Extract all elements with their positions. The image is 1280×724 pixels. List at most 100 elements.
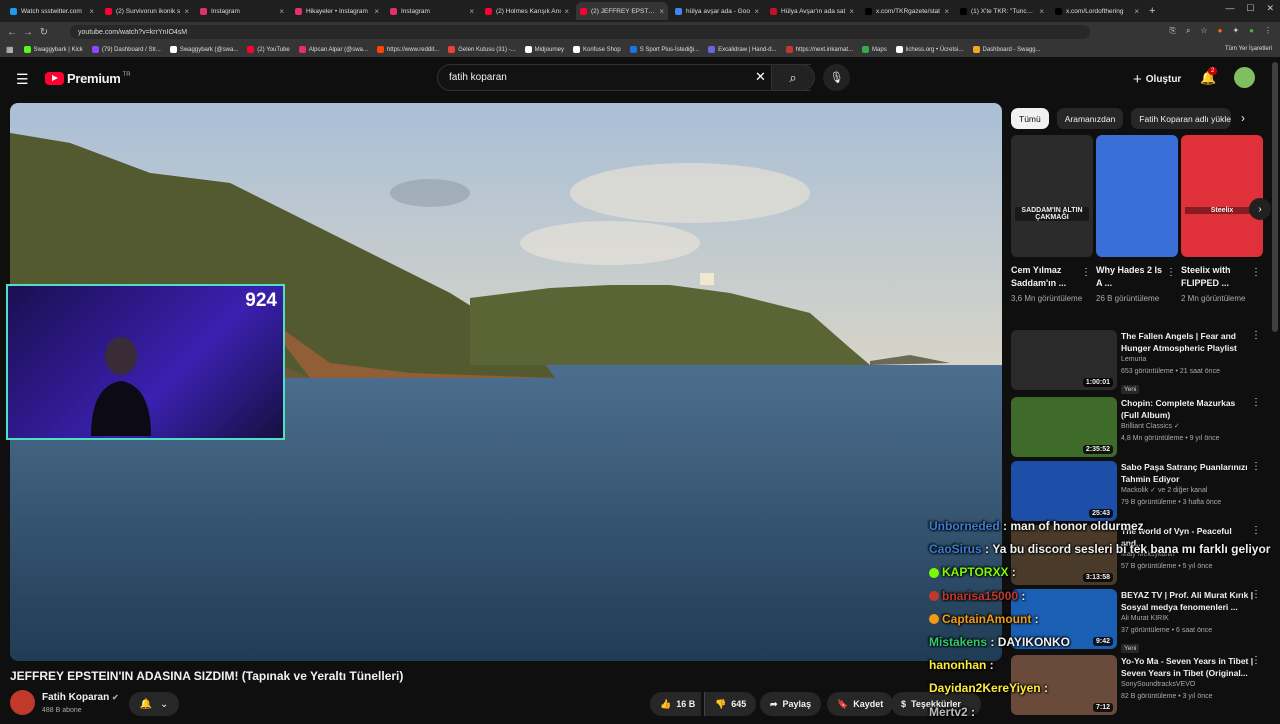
browser-tab[interactable]: Instagram × bbox=[196, 2, 288, 20]
bookmark-item[interactable]: https://next.inkarnat... bbox=[785, 46, 853, 53]
like-button[interactable]: 👍 16 B bbox=[650, 692, 702, 716]
back-icon[interactable]: ← bbox=[4, 27, 20, 38]
video-title: JEFFREY EPSTEIN'IN ADASINA SIZDIM! (Tapı… bbox=[10, 669, 404, 683]
new-tab-button[interactable]: + bbox=[1149, 5, 1155, 17]
bookmark-item[interactable]: https://www.reddit... bbox=[376, 46, 439, 53]
more-options-icon[interactable]: ⋮ bbox=[1081, 267, 1091, 278]
account-avatar[interactable] bbox=[1234, 67, 1255, 88]
youtube-logo[interactable]: Premium TR bbox=[45, 71, 131, 86]
reload-icon[interactable]: ↻ bbox=[36, 27, 52, 38]
bookmark-item[interactable]: Excalidraw | Hand-d... bbox=[708, 46, 777, 53]
browser-tab[interactable]: Watch ssstwitter.com × bbox=[6, 2, 98, 20]
browser-tab[interactable]: Hikayeler • Instagram × bbox=[291, 2, 383, 20]
more-options-icon[interactable]: ⋮ bbox=[1251, 397, 1261, 408]
zoom-icon[interactable]: ⌕ bbox=[1186, 26, 1190, 36]
bookmark-item[interactable]: Swaggybark | Kick bbox=[23, 46, 83, 53]
close-window-icon[interactable]: ✕ bbox=[1266, 3, 1274, 14]
browser-tab[interactable]: (2) JEFFREY EPSTEIN'IN× bbox=[576, 2, 668, 20]
bookmark-item[interactable]: Alpcan Alpar (@swa... bbox=[298, 46, 368, 53]
webcam-overlay: 924 bbox=[6, 284, 285, 440]
tab-close-icon[interactable]: × bbox=[944, 7, 949, 16]
voice-search-button[interactable]: 🎙 bbox=[823, 64, 850, 91]
bookmark-item[interactable]: Midjourney bbox=[524, 46, 564, 53]
channel-name[interactable]: Fatih Koparan ✔ bbox=[42, 692, 119, 703]
browser-tab[interactable]: hülya avşar ada - Goo × bbox=[671, 2, 763, 20]
short-card[interactable]: SADDAM'IN ALTIN ÇAKMAĞI Cem Yılmaz Saddam… bbox=[1011, 135, 1093, 305]
apps-icon[interactable]: ▦ bbox=[6, 45, 14, 54]
install-icon[interactable]: ⎘ bbox=[1170, 26, 1176, 36]
bookmark-favicon-icon bbox=[376, 46, 384, 53]
browser-tab[interactable]: (2) Holmes Karışık Anı × bbox=[481, 2, 573, 20]
hamburger-menu-icon[interactable]: ☰ bbox=[16, 71, 29, 88]
bookmark-item[interactable]: (79) Dashboard / Str... bbox=[91, 46, 161, 53]
browser-tab[interactable]: (1) X'te TKR: "Tuncer E × bbox=[956, 2, 1048, 20]
tab-title: x.com/Lordofthering bbox=[1066, 7, 1124, 15]
tab-close-icon[interactable]: × bbox=[849, 7, 854, 16]
bookmark-item[interactable]: Maps bbox=[862, 46, 887, 53]
browser-tab[interactable]: x.com/Lordofthering × bbox=[1051, 2, 1143, 20]
tab-close-icon[interactable]: × bbox=[564, 7, 569, 16]
menu-icon[interactable]: ⋮ bbox=[1264, 26, 1272, 36]
tab-title: (2) JEFFREY EPSTEIN'IN bbox=[591, 7, 656, 15]
maximize-icon[interactable]: ☐ bbox=[1246, 3, 1254, 14]
tab-close-icon[interactable]: × bbox=[469, 7, 474, 16]
bookmark-item[interactable]: Dashboard - Swagg... bbox=[972, 46, 1041, 53]
forward-icon[interactable]: → bbox=[20, 27, 36, 38]
share-button[interactable]: ➦ Paylaş bbox=[760, 692, 822, 716]
tab-close-icon[interactable]: × bbox=[1134, 7, 1139, 16]
recommended-video[interactable]: 25:43 Sabo Paşa Satranç Puanlarınızı Tahm… bbox=[1011, 461, 1271, 521]
chat-username: KAPTORXX bbox=[942, 565, 1009, 580]
scrollbar[interactable] bbox=[1272, 62, 1278, 332]
browser-tab[interactable]: Hülya Avşar'ın ada sat × bbox=[766, 2, 858, 20]
url-field[interactable]: youtube.com/watch?v=krrYnIO4sM bbox=[70, 25, 1090, 39]
save-button[interactable]: 🔖 Kaydet bbox=[827, 692, 894, 716]
short-card[interactable]: Why Hades 2 Is A ... 26 B görüntüleme ⋮ bbox=[1096, 135, 1178, 305]
more-options-icon[interactable]: ⋮ bbox=[1166, 267, 1176, 278]
star-icon[interactable]: ☆ bbox=[1200, 26, 1207, 36]
puzzle-icon[interactable]: ✦ bbox=[1232, 26, 1239, 36]
create-button[interactable]: + Oluştur bbox=[1133, 71, 1181, 88]
more-options-icon[interactable]: ⋮ bbox=[1251, 461, 1261, 472]
tab-title: (2) Holmes Karışık Anı bbox=[496, 7, 562, 15]
dislike-button[interactable]: 👎 645 bbox=[704, 692, 757, 716]
short-title: Cem Yılmaz Saddam'ın ... bbox=[1011, 265, 1067, 288]
thumbs-up-icon: 👍 bbox=[660, 698, 672, 709]
more-options-icon[interactable]: ⋮ bbox=[1251, 267, 1261, 278]
clear-search-icon[interactable]: ✕ bbox=[755, 69, 766, 85]
bookmark-item[interactable]: lichess.org • Ücretsi... bbox=[895, 46, 964, 53]
bookmark-item[interactable]: Swaggybark (@swa... bbox=[169, 46, 238, 53]
short-card[interactable]: Steelix Steelix with FLIPPED ... 2 Mn görü… bbox=[1181, 135, 1263, 305]
short-caption: SADDAM'IN ALTIN ÇAKMAĞI bbox=[1015, 207, 1089, 221]
channel-avatar[interactable] bbox=[10, 690, 35, 715]
tab-close-icon[interactable]: × bbox=[374, 7, 379, 16]
extension-icon[interactable]: ● bbox=[1218, 26, 1223, 36]
tab-close-icon[interactable]: × bbox=[754, 7, 759, 16]
bookmark-item[interactable]: S Sport Plus-İstediği... bbox=[629, 46, 699, 53]
tab-close-icon[interactable]: × bbox=[659, 7, 664, 16]
tab-close-icon[interactable]: × bbox=[1039, 7, 1044, 16]
chevron-right-icon[interactable]: › bbox=[1241, 111, 1245, 125]
profile-icon[interactable]: ● bbox=[1249, 26, 1254, 36]
chip-from-search[interactable]: Aramanızdan bbox=[1056, 108, 1124, 129]
bookmark-item[interactable]: Konfuse Shop bbox=[573, 46, 621, 53]
bookmark-item[interactable]: (2) YouTube bbox=[247, 46, 290, 53]
tab-close-icon[interactable]: × bbox=[279, 7, 284, 16]
search-button[interactable]: ⌕ bbox=[771, 64, 815, 91]
notifications-button[interactable]: 🔔 2 bbox=[1200, 67, 1218, 86]
chip-all[interactable]: Tümü bbox=[1011, 108, 1049, 129]
shorts-next-button[interactable]: › bbox=[1249, 198, 1271, 220]
bookmark-label: Konfuse Shop bbox=[583, 46, 621, 53]
tab-close-icon[interactable]: × bbox=[184, 7, 189, 16]
more-options-icon[interactable]: ⋮ bbox=[1251, 330, 1261, 341]
browser-tab[interactable]: (2) Survivorun ikonik s × bbox=[101, 2, 193, 20]
tab-close-icon[interactable]: × bbox=[89, 7, 94, 16]
browser-tab[interactable]: Instagram × bbox=[386, 2, 478, 20]
recommended-video[interactable]: 2:35:52 Chopin: Complete Mazurkas (Full A… bbox=[1011, 397, 1271, 457]
browser-tab[interactable]: x.com/TKRgazete/stat × bbox=[861, 2, 953, 20]
minimize-icon[interactable]: — bbox=[1225, 3, 1234, 14]
recommended-video[interactable]: 1:00:01 The Fallen Angels | Fear and Hung… bbox=[1011, 330, 1271, 394]
bookmark-item[interactable]: Gelen Kutusu (31) -... bbox=[448, 46, 516, 53]
chip-uploader[interactable]: Fatih Koparan adlı yükleyici bbox=[1131, 108, 1232, 129]
subscribe-notification-button[interactable]: 🔔 ⌄ bbox=[129, 692, 179, 716]
all-bookmarks[interactable]: Tüm Yer İşaretleri bbox=[1225, 46, 1272, 52]
